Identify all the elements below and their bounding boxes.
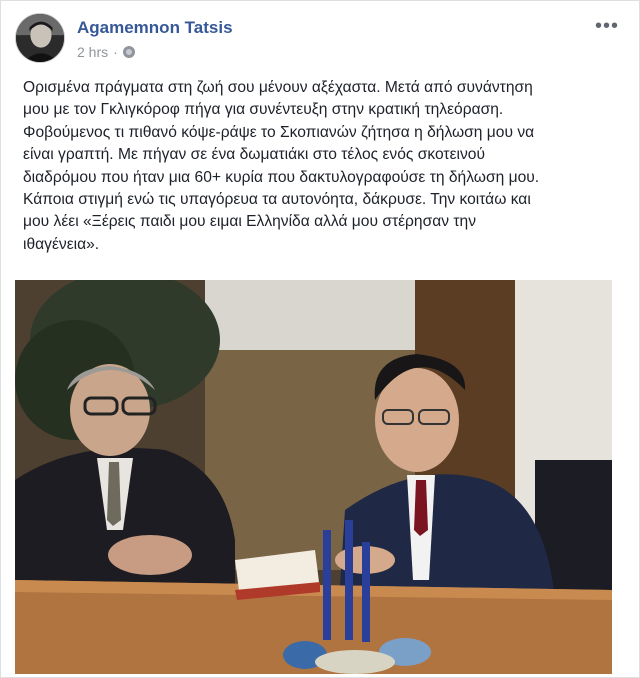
- post-text-line: Κάποια στιγμή ενώ τις υπαγόρευα τα αυτον…: [23, 191, 531, 209]
- globe-icon[interactable]: [122, 46, 135, 58]
- facebook-post: Agamemnon Tatsis 2 hrs · ••• Ορισμένα πρ…: [0, 0, 640, 678]
- post-photo[interactable]: [15, 280, 612, 674]
- post-text: Ορισμένα πράγματα στη ζωή σου μένουν αξέ…: [23, 77, 619, 256]
- post-text-line: μου με τον Γκλιγκόροφ πήγα για συνέντευξ…: [23, 101, 504, 119]
- post-meta: 2 hrs ·: [77, 44, 135, 60]
- avatar-image: [16, 14, 64, 62]
- author-name[interactable]: Agamemnon Tatsis: [77, 18, 233, 38]
- post-header: Agamemnon Tatsis 2 hrs · •••: [15, 13, 625, 65]
- meta-separator: ·: [113, 44, 118, 60]
- post-text-line: ιθαγένεια».: [23, 235, 100, 253]
- post-text-line: διαδρόμου που ήταν μια 60+ κυρία που δακ…: [23, 168, 540, 186]
- author-avatar[interactable]: [15, 13, 65, 63]
- post-text-line: είναι γραπτή. Με πήγαν σε ένα δωματιάκι …: [23, 146, 485, 164]
- post-text-line: Φοβούμενος τι πιθανό κόψε-ράψε το Σκοπια…: [23, 123, 535, 141]
- more-options-button[interactable]: •••: [595, 15, 619, 38]
- post-text-line: μου λέει «Ξέρεις παιδι μου ειμαι Ελληνίδ…: [23, 213, 477, 231]
- post-text-line: Ορισμένα πράγματα στη ζωή σου μένουν αξέ…: [23, 79, 533, 96]
- photo-image: [15, 280, 612, 674]
- post-timestamp[interactable]: 2 hrs: [77, 44, 108, 60]
